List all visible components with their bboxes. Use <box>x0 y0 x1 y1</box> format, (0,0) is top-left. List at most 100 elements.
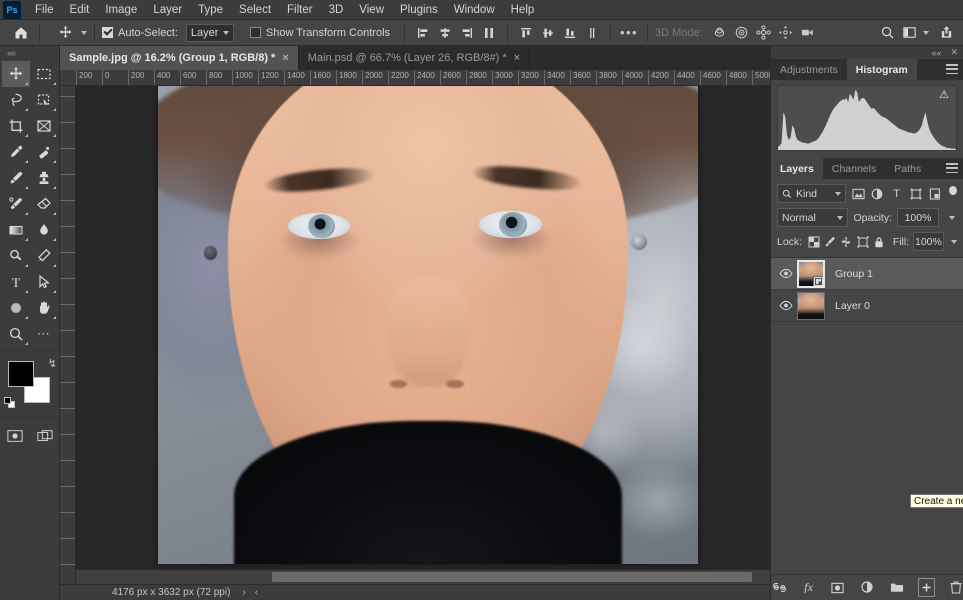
object-selection-tool[interactable] <box>30 87 58 113</box>
lock-all-icon[interactable] <box>873 233 885 250</box>
new-layer-button[interactable] <box>917 578 935 597</box>
blur-tool[interactable] <box>30 217 58 243</box>
close-icon[interactable]: × <box>282 52 288 64</box>
scrollbar-thumb[interactable] <box>272 572 752 582</box>
menu-window[interactable]: Window <box>446 0 503 20</box>
menu-file[interactable]: File <box>27 0 62 20</box>
move-tool-icon[interactable] <box>52 22 78 44</box>
status-next-arrow[interactable]: › <box>242 587 245 598</box>
menu-view[interactable]: View <box>351 0 392 20</box>
move-tool[interactable] <box>2 61 30 87</box>
path-selection-tool[interactable] <box>30 269 58 295</box>
layer-row-layer-0[interactable]: Layer 0 <box>771 290 963 322</box>
opacity-input[interactable]: 100% <box>897 208 939 227</box>
home-icon[interactable] <box>10 22 32 44</box>
canvas-area[interactable] <box>76 86 770 584</box>
swap-colors-icon[interactable]: ↯ <box>48 357 57 370</box>
menu-layer[interactable]: Layer <box>145 0 190 20</box>
dodge-tool[interactable] <box>2 243 30 269</box>
search-icon[interactable] <box>876 22 898 44</box>
orbit-3d-icon[interactable] <box>709 22 731 44</box>
menu-select[interactable]: Select <box>231 0 279 20</box>
gradient-tool[interactable] <box>2 217 30 243</box>
distribute-vertical-button[interactable] <box>478 22 500 44</box>
menu-3d[interactable]: 3D <box>321 0 352 20</box>
new-group-button[interactable] <box>889 578 905 597</box>
share-icon[interactable] <box>935 22 957 44</box>
zoom-tool[interactable] <box>2 321 30 347</box>
eyedropper-tool[interactable] <box>2 139 30 165</box>
chevron-down-icon[interactable] <box>81 30 87 35</box>
ellipse-tool[interactable] <box>2 295 30 321</box>
document-canvas[interactable] <box>158 86 698 564</box>
add-layer-mask-button[interactable] <box>830 578 846 597</box>
filter-adjustment-icon[interactable] <box>870 184 885 203</box>
default-colors-icon[interactable] <box>4 397 15 408</box>
layer-row-group-1[interactable]: Group 1 <box>771 258 963 290</box>
horizontal-scrollbar[interactable] <box>76 570 770 584</box>
align-horizontal-centers-button[interactable] <box>434 22 456 44</box>
tab-histogram[interactable]: Histogram <box>846 59 917 80</box>
tab-layers[interactable]: Layers <box>771 158 823 179</box>
camera-3d-icon[interactable] <box>797 22 819 44</box>
menu-edit[interactable]: Edit <box>62 0 98 20</box>
layer-visibility-toggle[interactable] <box>775 300 797 311</box>
blend-mode-dropdown[interactable]: Normal <box>777 208 849 227</box>
tab-channels[interactable]: Channels <box>823 158 885 179</box>
status-prev-arrow[interactable]: ‹ <box>255 587 258 598</box>
horizontal-type-tool[interactable]: T <box>2 269 30 295</box>
histogram-warning-icon[interactable]: ⚠ <box>938 90 950 101</box>
auto-select-target-dropdown[interactable]: Layer <box>185 23 234 42</box>
tab-sample-jpg[interactable]: Sample.jpg @ 16.2% (Group 1, RGB/8) * × <box>60 46 299 70</box>
filter-toggle-icon[interactable] <box>948 185 957 195</box>
show-transform-controls-checkbox[interactable]: Show Transform Controls <box>249 27 390 39</box>
layer-visibility-toggle[interactable] <box>775 268 797 279</box>
collapse-dock-button[interactable]: «« <box>931 48 941 58</box>
pen-tool[interactable] <box>30 243 58 269</box>
filter-shape-icon[interactable] <box>908 184 923 203</box>
new-fill-adjustment-button[interactable] <box>859 578 875 597</box>
chevron-down-icon[interactable] <box>923 30 929 35</box>
layer-thumbnail[interactable] <box>797 259 825 288</box>
hand-tool[interactable] <box>30 295 58 321</box>
lasso-tool[interactable] <box>2 87 30 113</box>
lock-transparent-pixels-icon[interactable] <box>808 233 820 250</box>
pan-3d-icon[interactable] <box>753 22 775 44</box>
roll-3d-icon[interactable] <box>731 22 753 44</box>
spot-healing-brush-tool[interactable] <box>30 139 58 165</box>
align-bottom-edges-button[interactable] <box>559 22 581 44</box>
link-layers-button[interactable] <box>771 578 787 597</box>
frame-tool[interactable] <box>30 113 58 139</box>
menu-filter[interactable]: Filter <box>279 0 321 20</box>
fill-chevron-down-icon[interactable] <box>948 232 957 251</box>
eraser-tool[interactable] <box>30 191 58 217</box>
filter-smart-object-icon[interactable] <box>928 184 943 203</box>
slide-3d-icon[interactable] <box>775 22 797 44</box>
distribute-horizontal-button[interactable] <box>581 22 603 44</box>
screen-mode-icon[interactable] <box>34 427 56 445</box>
align-vertical-centers-button[interactable] <box>537 22 559 44</box>
menu-image[interactable]: Image <box>97 0 145 20</box>
fill-input[interactable]: 100% <box>913 232 944 251</box>
close-dock-button[interactable]: ✕ <box>950 47 958 58</box>
layer-thumbnail[interactable] <box>797 291 825 320</box>
opacity-chevron-down-icon[interactable] <box>944 208 957 227</box>
brush-tool[interactable] <box>2 165 30 191</box>
vertical-ruler[interactable] <box>60 86 76 584</box>
close-icon[interactable]: × <box>514 52 520 64</box>
collapse-toolbar-button[interactable]: «« <box>0 46 59 59</box>
align-top-edges-button[interactable] <box>515 22 537 44</box>
auto-select-checkbox[interactable]: Auto-Select: <box>102 27 178 39</box>
delete-layer-button[interactable] <box>948 578 963 597</box>
filter-kind-dropdown[interactable]: Kind <box>777 184 847 203</box>
lock-position-icon[interactable] <box>840 233 852 250</box>
foreground-color-swatch[interactable] <box>8 361 34 387</box>
lock-image-pixels-icon[interactable] <box>824 233 836 250</box>
clone-stamp-tool[interactable] <box>30 165 58 191</box>
menu-type[interactable]: Type <box>190 0 231 20</box>
workspace-icon[interactable] <box>898 22 920 44</box>
horizontal-ruler[interactable]: 200 0 200 400 600 800 1000 1200 1400 160… <box>60 70 770 86</box>
more-options-button[interactable]: ••• <box>618 22 640 44</box>
rectangular-marquee-tool[interactable] <box>30 61 58 87</box>
panel-menu-icon[interactable] <box>946 64 958 74</box>
